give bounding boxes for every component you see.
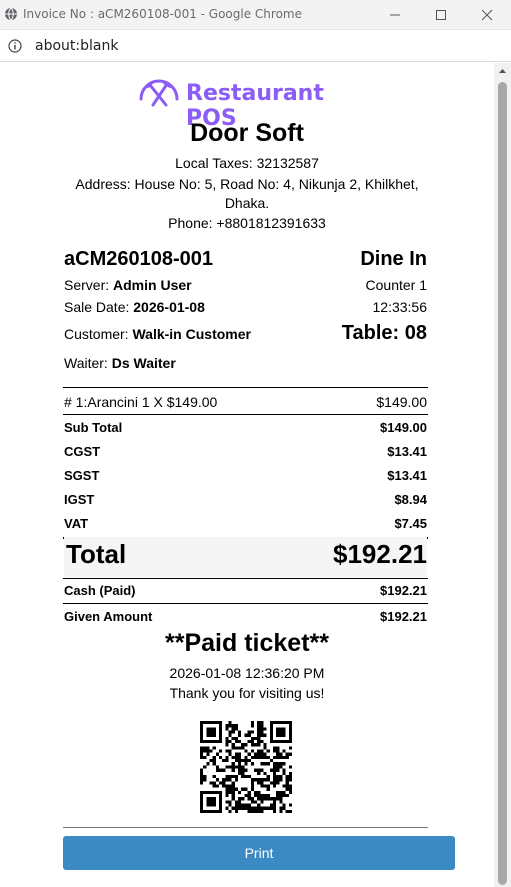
url-text[interactable]: about:blank	[35, 38, 118, 54]
sale-date: 2026-01-08	[133, 299, 205, 315]
window-title: Invoice No : aCM260108-001 - Google Chro…	[23, 7, 302, 21]
fork-knife-icon	[139, 79, 179, 107]
order-type: Dine In	[360, 248, 427, 270]
cash-label: Cash (Paid)	[64, 583, 136, 598]
vertical-scrollbar[interactable]	[494, 63, 511, 887]
scrollbar-thumb[interactable]	[498, 82, 507, 885]
cash-paid-row: Cash (Paid) $192.21	[64, 583, 427, 603]
server-label: Server:	[64, 277, 110, 293]
thank-you-message: Thank you for visiting us!	[169, 685, 325, 701]
sale-date-line: Sale Date: 2026-01-08	[64, 299, 205, 315]
server-name: Admin User	[113, 277, 192, 293]
customer-line: Customer: Walk-in Customer	[64, 326, 251, 342]
igst-row: IGST $8.94	[64, 492, 427, 512]
window-titlebar: Invoice No : aCM260108-001 - Google Chro…	[0, 0, 511, 30]
total-value: $192.21	[333, 539, 427, 569]
store-address-line1: Address: House No: 5, Road No: 4, Nikunj…	[75, 176, 419, 192]
waiter-line: Waiter: Ds Waiter	[64, 355, 176, 371]
globe-icon	[5, 7, 17, 21]
subtotal-label: Sub Total	[64, 420, 123, 435]
table-number: Table: 08	[341, 322, 427, 344]
store-name: Door Soft	[190, 119, 304, 147]
cgst-value: $13.41	[387, 444, 427, 459]
footer-datetime: 2026-01-08 12:36:20 PM	[169, 665, 325, 681]
store-address-line2: Dhaka.	[224, 195, 270, 211]
divider	[63, 603, 428, 604]
customer-name: Walk-in Customer	[132, 326, 251, 342]
waiter-name: Ds Waiter	[111, 355, 176, 371]
store-taxes: Local Taxes: 32132587	[175, 155, 319, 171]
close-button[interactable]	[464, 0, 510, 30]
cash-value: $192.21	[380, 583, 427, 598]
sgst-value: $13.41	[387, 468, 427, 483]
address-bar[interactable]: about:blank	[0, 31, 511, 62]
paid-status: **Paid ticket**	[165, 629, 329, 657]
counter: Counter 1	[365, 277, 427, 293]
receipt-page: Restaurant POS Door Soft Local Taxes: 32…	[0, 63, 494, 887]
given-value: $192.21	[380, 609, 427, 624]
store-phone: Phone: +8801812391633	[168, 215, 326, 231]
subtotal-row: Sub Total $149.00	[64, 420, 427, 440]
divider	[63, 387, 428, 388]
divider	[63, 827, 428, 828]
divider	[63, 414, 428, 415]
info-icon[interactable]	[8, 39, 22, 53]
scroll-up-arrow-icon[interactable]	[497, 66, 508, 77]
qr-code	[200, 721, 292, 813]
subtotal-value: $149.00	[380, 420, 427, 435]
vat-label: VAT	[64, 516, 89, 531]
print-button[interactable]: Print	[63, 836, 455, 870]
item-amount: $149.00	[376, 394, 427, 410]
vat-row: VAT $7.45	[64, 516, 427, 536]
sale-date-label: Sale Date:	[64, 299, 130, 315]
minimize-icon	[390, 14, 400, 16]
cgst-label: CGST	[64, 444, 101, 459]
igst-label: IGST	[64, 492, 95, 507]
close-icon	[481, 9, 493, 21]
sgst-row: SGST $13.41	[64, 468, 427, 488]
server-line: Server: Admin User	[64, 277, 192, 293]
sale-time: 12:33:56	[372, 299, 428, 315]
maximize-button[interactable]	[418, 0, 464, 30]
waiter-label: Waiter:	[64, 355, 108, 371]
sgst-label: SGST	[64, 468, 100, 483]
given-label: Given Amount	[64, 609, 153, 624]
invoice-number: aCM260108-001	[64, 248, 213, 270]
igst-value: $8.94	[394, 492, 427, 507]
vat-value: $7.45	[394, 516, 427, 531]
grand-total-row: Total $192.21	[64, 537, 427, 577]
brand-logo: Restaurant POS	[136, 75, 366, 131]
divider	[63, 578, 428, 579]
customer-label: Customer:	[64, 326, 129, 342]
given-amount-row: Given Amount $192.21	[64, 609, 427, 629]
cgst-row: CGST $13.41	[64, 444, 427, 464]
minimize-button[interactable]	[372, 0, 418, 30]
maximize-icon	[436, 10, 446, 20]
item-description: # 1:Arancini 1 X $149.00	[64, 394, 218, 410]
total-label: Total	[66, 539, 127, 569]
